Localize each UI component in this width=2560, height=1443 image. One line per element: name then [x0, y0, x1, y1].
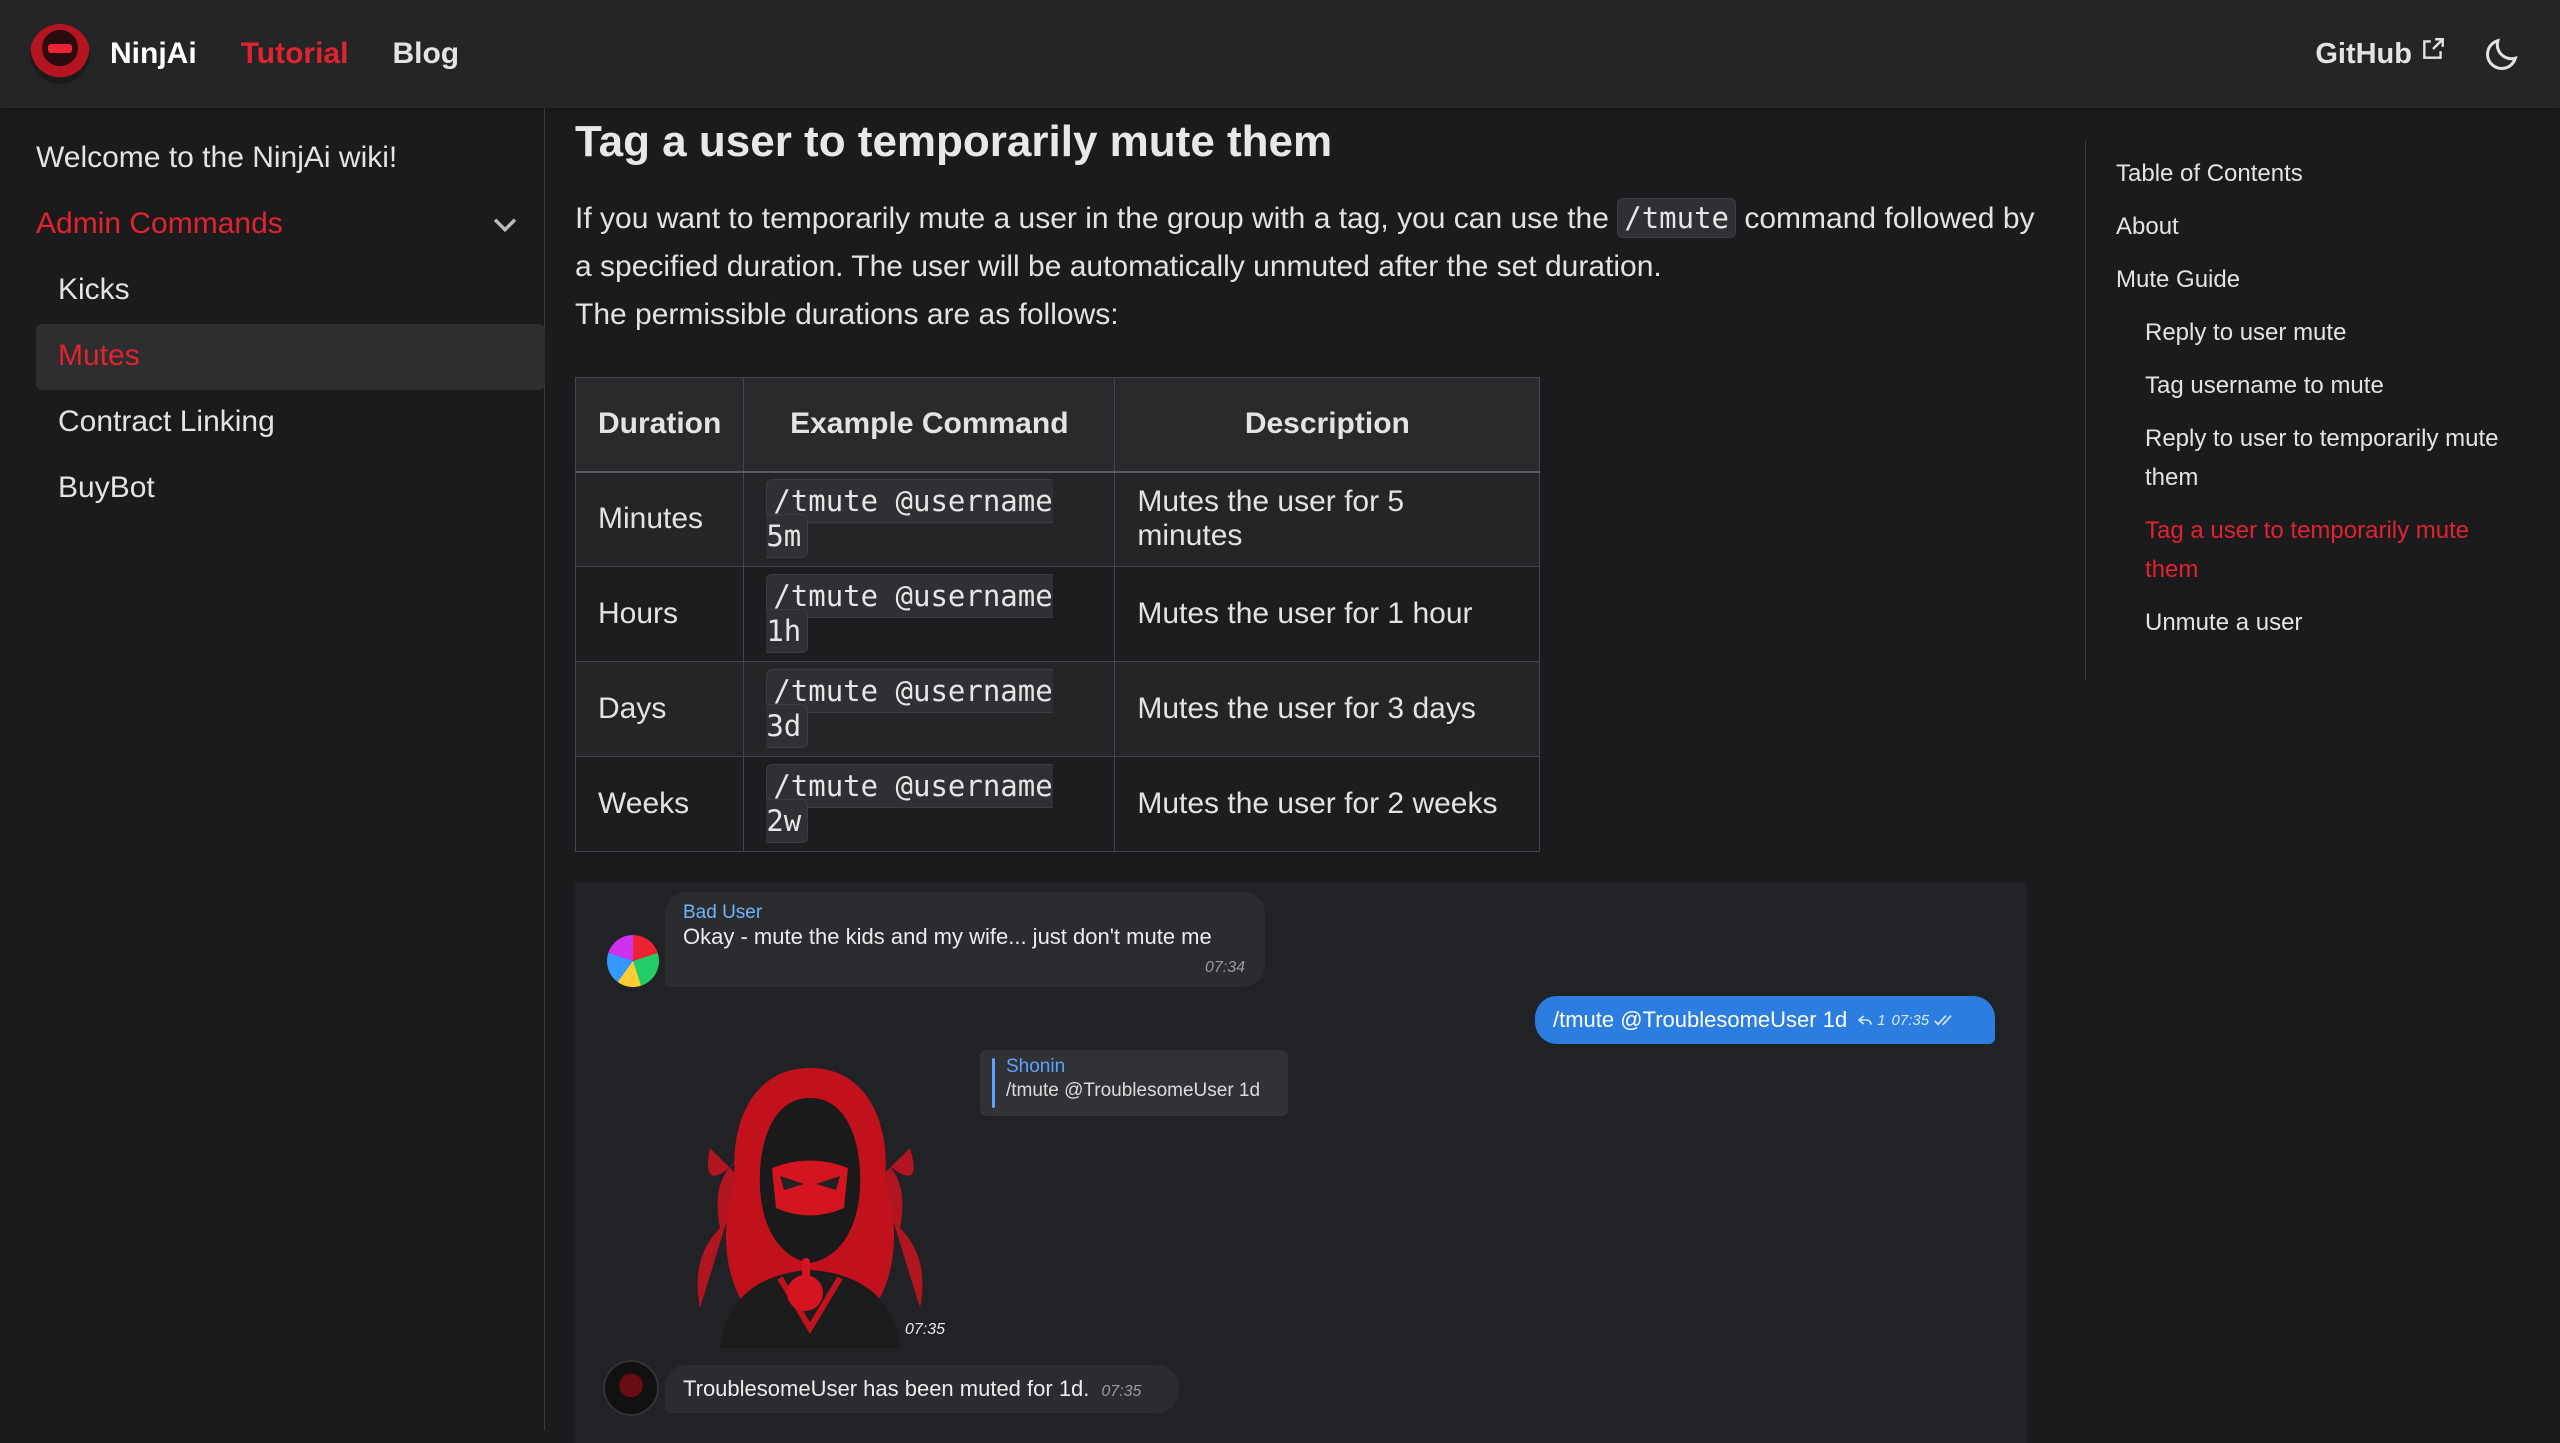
- message-time: 07:34: [1204, 959, 1245, 976]
- table-cell-command: /tmute @username 2w: [743, 756, 1116, 852]
- message-text: TroublesomeUser has been muted for 1d.: [683, 1376, 1090, 1401]
- toc-item-reply-temp-mute[interactable]: Reply to user to temporarily mute them: [2116, 419, 2525, 497]
- intro-text-before: If you want to temporarily mute a user i…: [575, 202, 1609, 235]
- reply-quote: Shonin /tmute @TroublesomeUser 1d: [980, 1050, 1288, 1116]
- ninja-sticker-image: [697, 1068, 923, 1348]
- navbar: NinjAi Tutorial Blog GitHub: [0, 0, 2560, 108]
- chat-message-bad-user: Bad User Okay - mute the kids and my wif…: [665, 892, 1265, 987]
- table-cell-duration: Days: [574, 661, 745, 757]
- table-row: Minutes /tmute @username 5m Mutes the us…: [574, 471, 1541, 567]
- message-sender: Bad User: [683, 902, 763, 923]
- table-cell-duration: Weeks: [574, 756, 745, 852]
- table-cell-description: Mutes the user for 3 days: [1114, 661, 1541, 757]
- durations-intro: The permissible durations are as follows…: [575, 298, 1119, 331]
- table-row: Days /tmute @username 3d Mutes the user …: [574, 661, 1541, 757]
- toc-item-table-of-contents[interactable]: Table of Contents: [2116, 154, 2525, 193]
- reply-count: 1: [1877, 1011, 1886, 1029]
- nav-link-tutorial[interactable]: Tutorial: [241, 37, 349, 71]
- message-text: /tmute @TroublesomeUser 1d: [1553, 1007, 1848, 1032]
- table-header: Duration: [574, 377, 745, 473]
- table-header: Example Command: [743, 377, 1116, 473]
- sidebar-item-mutes[interactable]: Mutes: [36, 324, 545, 390]
- inline-code-tmute: /tmute: [1617, 198, 1737, 238]
- sticker-time: 07:35: [905, 1321, 946, 1338]
- nav-link-blog[interactable]: Blog: [392, 37, 459, 71]
- toc-item-tag-username-to-mute[interactable]: Tag username to mute: [2116, 366, 2525, 405]
- command-code: /tmute @username 5m: [766, 479, 1053, 559]
- table-cell-description: Mutes the user for 5 minutes: [1114, 471, 1541, 567]
- command-code: /tmute @username 3d: [766, 669, 1053, 748]
- message-text: Okay - mute the kids and my wife... just…: [683, 924, 1212, 949]
- toc-item-reply-to-user-mute[interactable]: Reply to user mute: [2116, 313, 2525, 352]
- toc-item-unmute-user[interactable]: Unmute a user: [2116, 603, 2525, 642]
- main-content: Tag a user to temporarily mute them If y…: [574, 108, 2035, 852]
- sidebar-category-admin-commands[interactable]: Admin Commands: [36, 192, 544, 258]
- chevron-down-icon[interactable]: [488, 207, 522, 241]
- brand-name: NinjAi: [110, 37, 197, 70]
- table-cell-duration: Hours: [574, 566, 745, 662]
- message-time: 07:35: [1891, 1011, 1930, 1029]
- table-header: Description: [1114, 377, 1541, 473]
- github-label: GitHub: [2315, 37, 2412, 70]
- table-cell-command: /tmute @username 1h: [743, 566, 1116, 662]
- message-time: 07:35: [1101, 1383, 1142, 1400]
- table-cell-duration: Minutes: [574, 471, 745, 567]
- toc-item-tag-temp-mute[interactable]: Tag a user to temporarily mute them: [2116, 511, 2525, 589]
- table-row: Weeks /tmute @username 2w Mutes the user…: [574, 756, 1541, 852]
- external-link-icon: [2423, 38, 2444, 59]
- page-title: Tag a user to temporarily mute them: [575, 117, 1333, 166]
- github-link[interactable]: GitHub: [2315, 38, 2446, 71]
- message-meta: 1 07:35: [1857, 1012, 1957, 1029]
- table-cell-description: Mutes the user for 2 weeks: [1114, 756, 1541, 852]
- intro-paragraph: If you want to temporarily mute a user i…: [575, 194, 2035, 291]
- bad-user-avatar: [607, 935, 659, 987]
- table-cell-description: Mutes the user for 1 hour: [1114, 566, 1541, 662]
- dark-mode-toggle-icon[interactable]: [2482, 34, 2522, 74]
- table-of-contents: Table of Contents About Mute Guide Reply…: [2085, 140, 2525, 680]
- sidebar-item-contract-linking[interactable]: Contract Linking: [36, 390, 544, 456]
- ninja-logo-icon: [30, 24, 90, 84]
- command-code: /tmute @username 2w: [766, 764, 1053, 843]
- toc-item-mute-guide[interactable]: Mute Guide: [2116, 260, 2525, 299]
- table-cell-command: /tmute @username 3d: [743, 661, 1116, 757]
- table-row: Hours /tmute @username 1h Mutes the user…: [574, 566, 1541, 662]
- table-header-row: Duration Example Command Description: [574, 377, 1541, 473]
- brand-link[interactable]: NinjAi: [30, 24, 197, 84]
- reply-arrow-icon: [1857, 1015, 1872, 1025]
- bot-avatar: [603, 1360, 659, 1416]
- double-check-icon: [1934, 1015, 1952, 1026]
- sidebar-item-welcome[interactable]: Welcome to the NinjAi wiki!: [36, 126, 544, 192]
- table-cell-command: /tmute @username 5m: [743, 471, 1116, 567]
- sidebar: Welcome to the NinjAi wiki! Admin Comman…: [0, 108, 545, 1430]
- sidebar-item-kicks[interactable]: Kicks: [36, 258, 544, 324]
- chat-message-bot: TroublesomeUser has been muted for 1d. 0…: [665, 1365, 1179, 1413]
- chat-example-image: Bad User Okay - mute the kids and my wif…: [575, 883, 2027, 1443]
- command-code: /tmute @username 1h: [766, 574, 1053, 653]
- reply-sender: Shonin: [1006, 1056, 1066, 1077]
- reply-text: /tmute @TroublesomeUser 1d: [1006, 1080, 1261, 1101]
- durations-table: Duration Example Command Description Min…: [574, 377, 1541, 852]
- sidebar-category-label: Admin Commands: [36, 207, 283, 240]
- toc-item-about[interactable]: About: [2116, 207, 2525, 246]
- chat-message-command: /tmute @TroublesomeUser 1d 1 07:35: [1535, 996, 1995, 1044]
- sidebar-item-buybot[interactable]: BuyBot: [36, 456, 544, 522]
